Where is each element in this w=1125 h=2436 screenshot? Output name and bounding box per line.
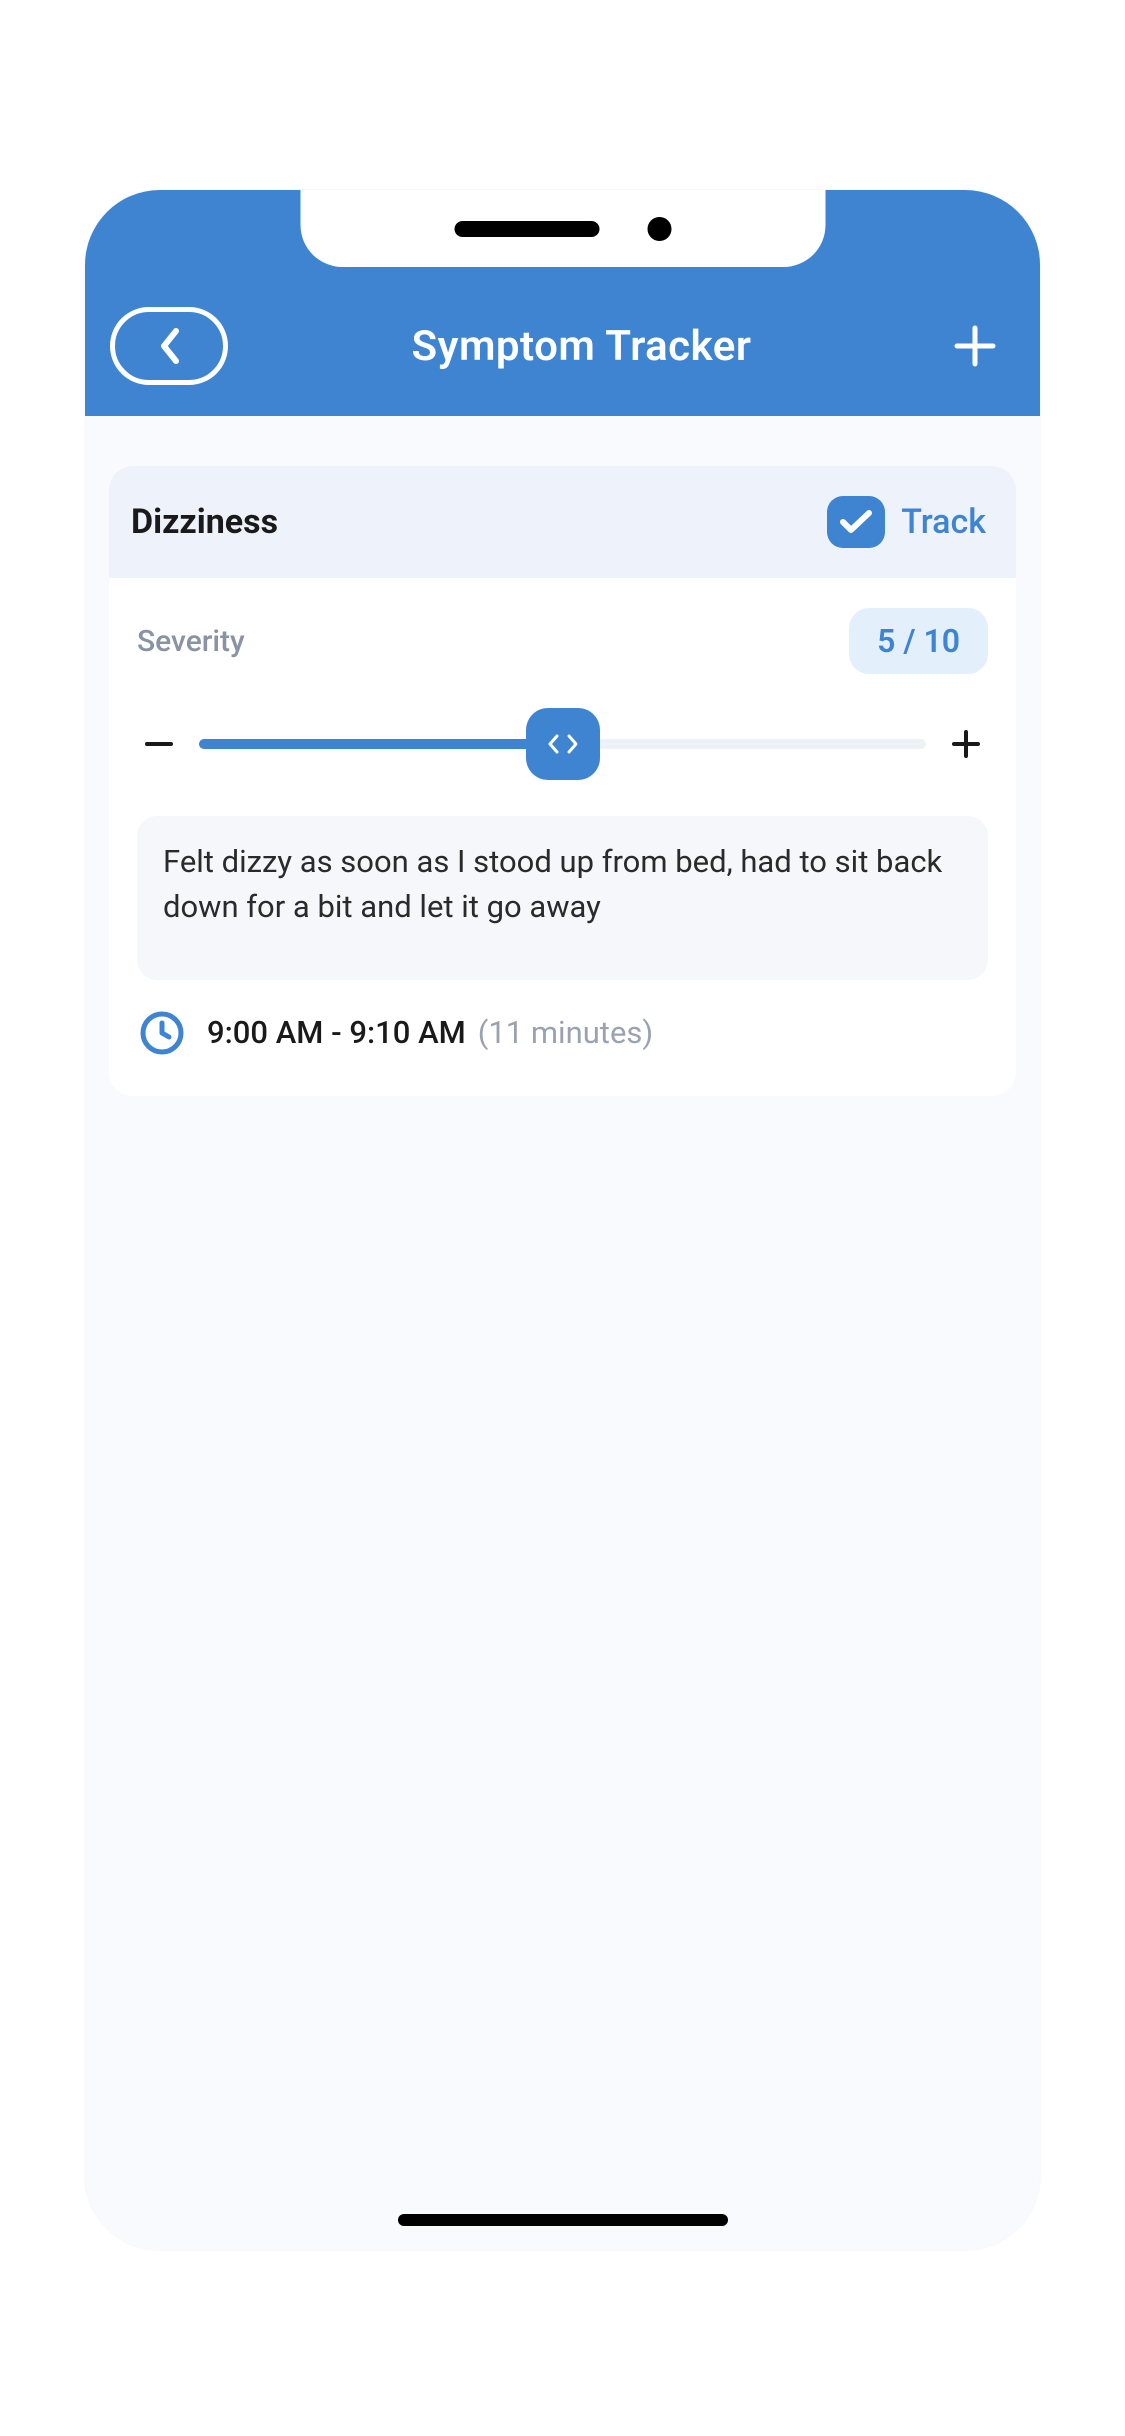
- duration: (11 minutes): [478, 1014, 653, 1051]
- symptom-card-header: Dizziness Track: [109, 466, 1016, 578]
- time-range: 9:00 AM - 9:10 AM: [207, 1014, 466, 1051]
- severity-row: Severity 5 / 10: [137, 608, 988, 674]
- back-button[interactable]: [110, 307, 228, 385]
- add-button[interactable]: [935, 306, 1015, 386]
- severity-slider[interactable]: [199, 708, 926, 780]
- device-speaker: [454, 221, 599, 237]
- phone-frame: Symptom Tracker Dizziness Track S: [85, 190, 1040, 2250]
- app-header: Symptom Tracker: [85, 190, 1040, 416]
- checkmark-icon: [839, 509, 873, 535]
- chevron-left-icon: [156, 327, 182, 365]
- symptom-name: Dizziness: [131, 502, 278, 542]
- severity-decrease-button[interactable]: [137, 722, 181, 766]
- track-toggle[interactable]: Track: [827, 496, 986, 548]
- symptom-card-body: Severity 5 / 10: [109, 578, 1016, 1096]
- severity-value-badge: 5 / 10: [849, 608, 988, 674]
- severity-label: Severity: [137, 624, 245, 659]
- slider-thumb[interactable]: [526, 708, 600, 780]
- home-indicator[interactable]: [398, 2214, 728, 2226]
- symptom-card: Dizziness Track Severity 5 / 10: [109, 466, 1016, 1096]
- chevron-right-icon: [566, 733, 580, 755]
- clock-icon: [139, 1010, 185, 1056]
- severity-slider-row: [137, 708, 988, 780]
- time-row: 9:00 AM - 9:10 AM (11 minutes): [137, 1010, 988, 1056]
- severity-increase-button[interactable]: [944, 722, 988, 766]
- plus-icon: [950, 728, 982, 760]
- device-notch: [300, 190, 825, 267]
- notes-text: Felt dizzy as soon as I stood up from be…: [163, 840, 962, 930]
- device-camera: [647, 217, 671, 241]
- track-label: Track: [901, 502, 986, 542]
- page-title: Symptom Tracker: [411, 322, 751, 371]
- slider-fill: [199, 739, 563, 749]
- nav-row: Symptom Tracker: [85, 296, 1040, 396]
- plus-icon: [953, 324, 997, 368]
- chevron-left-icon: [546, 733, 560, 755]
- track-checkbox[interactable]: [827, 496, 885, 548]
- symptom-notes[interactable]: Felt dizzy as soon as I stood up from be…: [137, 816, 988, 980]
- minus-icon: [143, 728, 175, 760]
